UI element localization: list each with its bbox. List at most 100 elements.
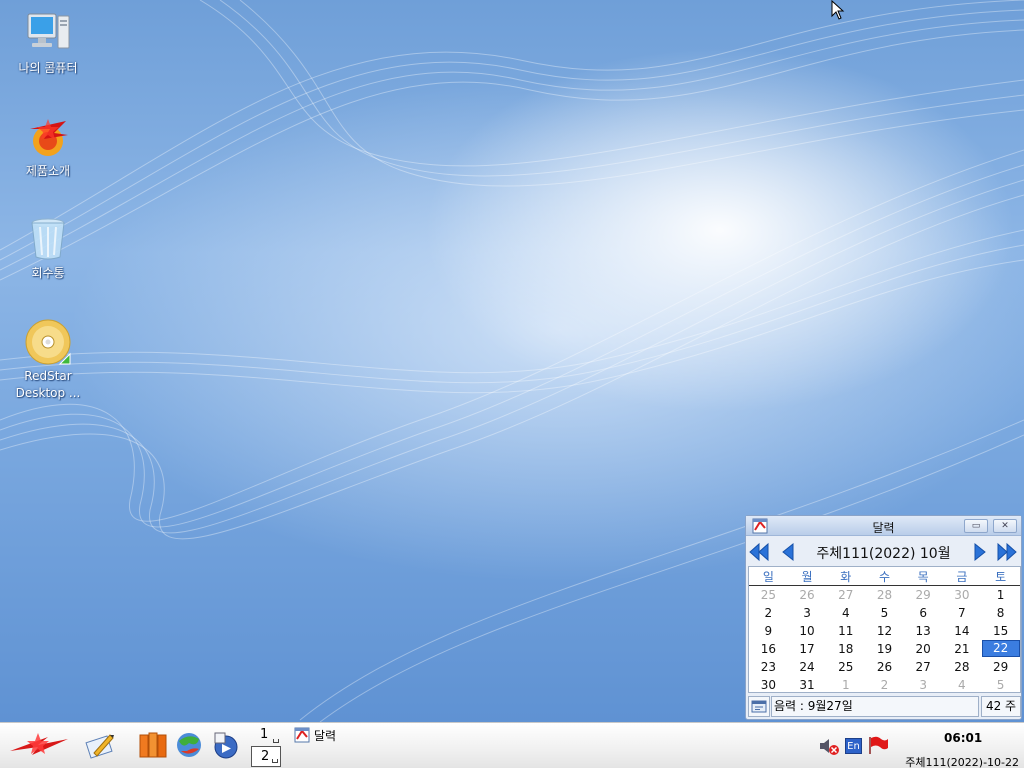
calendar-day[interactable]: 29 — [904, 586, 943, 604]
calendar-day-number: 27 — [838, 587, 854, 602]
calendar-day-number: 30 — [760, 677, 776, 692]
desktop-icon-redstar-desktop[interactable]: RedStar Desktop ... — [3, 318, 93, 402]
calendar-day[interactable]: 28 — [865, 586, 904, 604]
calendar-day[interactable]: 12 — [865, 622, 904, 640]
weekday-header: 일 — [749, 567, 788, 586]
calendar-day-number: 29 — [915, 587, 931, 602]
calendar-app-icon — [294, 727, 310, 743]
calendar-day[interactable]: 26 — [865, 658, 904, 676]
calendar-week-row: 2 3 4 5 6 7 8 — [749, 604, 1020, 622]
calendar-day[interactable]: 26 — [788, 586, 827, 604]
calendar-week-row: 30 31 1 2 3 4 5 — [749, 676, 1020, 694]
calendar-day[interactable]: 30 — [943, 586, 982, 604]
calendar-day[interactable]: 25 — [749, 586, 788, 604]
calendar-day[interactable]: 9 — [749, 622, 788, 640]
calendar-day[interactable]: 6 — [904, 604, 943, 622]
calendar-day[interactable]: 15 — [981, 622, 1020, 640]
volume-muted-icon[interactable] — [818, 736, 840, 756]
calendar-day[interactable]: 3 — [788, 604, 827, 622]
weekday-header-row: 일월화수목금토 — [749, 567, 1020, 586]
calendar-day-number: 11 — [838, 623, 854, 638]
calendar-day[interactable]: 21 — [943, 640, 982, 658]
next-month-icon[interactable] — [968, 542, 990, 562]
calendar-day[interactable]: 13 — [904, 622, 943, 640]
calendar-day[interactable]: 20 — [904, 640, 943, 658]
calendar-day-number: 2 — [764, 605, 773, 620]
calendar-day[interactable]: 11 — [826, 622, 865, 640]
calendar-window: 달력 ▭ ✕ 주체111(2022) 10월 일 월 화 수 목 금 토 25 … — [745, 515, 1022, 720]
calendar-day[interactable]: 4 — [826, 604, 865, 622]
desktop-icon-my-computer[interactable]: 나의 콤퓨터 — [3, 10, 93, 77]
calendar-day[interactable]: 24 — [788, 658, 827, 676]
calendar-day[interactable]: 10 — [788, 622, 827, 640]
calendar-day[interactable]: 2 — [749, 604, 788, 622]
close-button[interactable]: ✕ — [993, 519, 1017, 533]
calendar-day[interactable]: 1 — [981, 586, 1020, 604]
calendar-day[interactable]: 23 — [749, 658, 788, 676]
cd-icon — [24, 318, 72, 366]
calendar-day[interactable]: 27 — [904, 658, 943, 676]
calendar-day-number: 25 — [838, 659, 854, 674]
calendar-day[interactable]: 5 — [865, 604, 904, 622]
calendar-day[interactable]: 8 — [981, 604, 1020, 622]
next-year-icon[interactable] — [996, 542, 1018, 562]
calendar-day[interactable]: 14 — [943, 622, 982, 640]
workspace-2[interactable]: 2 — [251, 746, 281, 767]
calendar-day-number: 27 — [915, 659, 931, 674]
workspace-number: 2 — [261, 749, 270, 764]
calendar-day[interactable]: 25 — [826, 658, 865, 676]
calendar-day[interactable]: 17 — [788, 640, 827, 658]
calendar-day[interactable]: 30 — [749, 676, 788, 694]
desktop-icon-label: 제품소개 — [25, 164, 71, 178]
calendar-day-number: 1 — [996, 587, 1005, 602]
calendar-day-number: 9 — [764, 623, 773, 638]
clock-time[interactable]: 06:01 — [944, 731, 982, 745]
calendar-day[interactable]: 4 — [943, 676, 982, 694]
calendar-day-selected[interactable]: 22 — [981, 640, 1020, 658]
calendar-day-number: 16 — [760, 641, 776, 656]
calendar-day[interactable]: 1 — [826, 676, 865, 694]
calendar-day[interactable]: 28 — [943, 658, 982, 676]
calendar-week-row: 25 26 27 28 29 30 1 — [749, 586, 1020, 604]
calendar-day[interactable]: 31 — [788, 676, 827, 694]
weekday-header: 월 — [787, 567, 827, 586]
redstar-product-icon — [24, 113, 72, 161]
browser-icon[interactable] — [173, 729, 205, 761]
media-player-icon[interactable] — [209, 729, 241, 761]
calendar-day-number: 26 — [799, 587, 815, 602]
calendar-day[interactable]: 7 — [943, 604, 982, 622]
text-editor-icon[interactable] — [84, 729, 116, 761]
calendar-titlebar[interactable]: 달력 ▭ ✕ — [746, 516, 1021, 536]
flag-icon[interactable] — [867, 735, 889, 755]
calendar-settings-icon[interactable] — [748, 696, 770, 717]
calendar-footer: 음력 : 9월27일 42 주 — [748, 695, 1021, 718]
calendar-day-number: 28 — [876, 587, 893, 602]
file-manager-icon[interactable] — [137, 729, 169, 761]
calendar-day[interactable]: 18 — [826, 640, 865, 658]
calendar-day[interactable]: 2 — [865, 676, 904, 694]
calendar-day-number: 1 — [841, 677, 850, 692]
calendar-day-number: 18 — [838, 641, 854, 656]
workspace-1[interactable]: 1 — [251, 725, 281, 746]
desktop-icon-trash[interactable]: 회수통 — [3, 215, 93, 282]
clock-date: 주체111(2022)-10-22 — [905, 756, 1019, 768]
calendar-day[interactable]: 16 — [749, 640, 788, 658]
calendar-day[interactable]: 5 — [981, 676, 1020, 694]
calendar-day[interactable]: 3 — [904, 676, 943, 694]
calendar-day-number: 23 — [760, 659, 776, 674]
calendar-day[interactable]: 29 — [981, 658, 1020, 676]
calendar-day-number: 29 — [992, 659, 1009, 674]
calendar-day[interactable]: 19 — [865, 640, 904, 658]
calendar-day-number: 26 — [876, 659, 893, 674]
calendar-day[interactable]: 27 — [826, 586, 865, 604]
maximize-button[interactable]: ▭ — [964, 519, 988, 533]
mouse-cursor-icon — [831, 0, 845, 20]
language-en-icon[interactable]: En — [845, 738, 862, 754]
calendar-day-number: 13 — [915, 623, 931, 638]
weekday-header: 수 — [865, 567, 904, 586]
calendar-day-number: 4 — [958, 677, 966, 692]
calendar-day-number: 17 — [799, 641, 815, 656]
desktop-icon-product-intro[interactable]: 제품소개 — [3, 113, 93, 180]
start-menu-redstar-icon[interactable] — [8, 729, 70, 761]
calendar-day-number: 12 — [876, 623, 893, 638]
